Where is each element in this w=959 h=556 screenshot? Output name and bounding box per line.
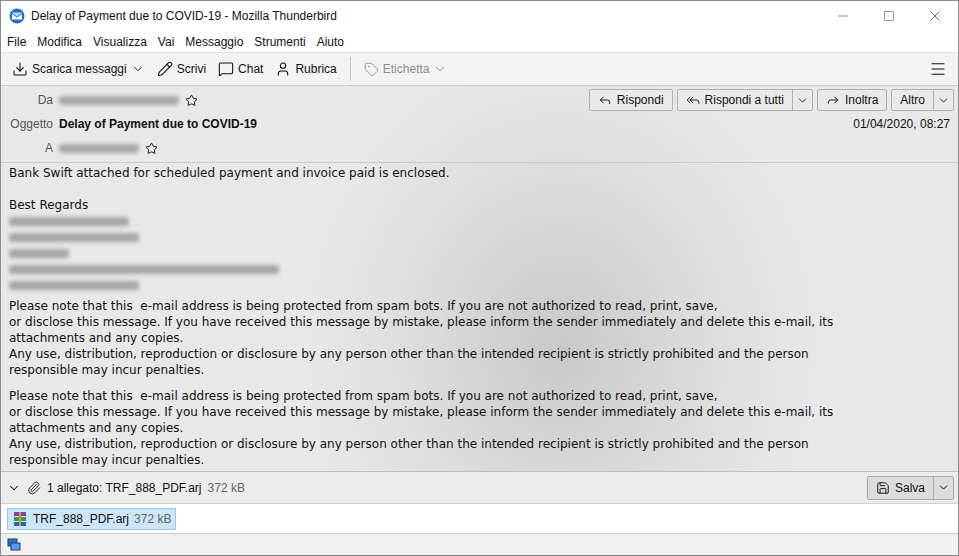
signature-line-redacted <box>9 249 69 258</box>
thunderbird-logo-icon <box>9 8 25 24</box>
to-label: A <box>1 141 53 155</box>
close-icon <box>927 8 943 24</box>
header-action-button[interactable]: Rispondi a tutti <box>677 89 813 111</box>
action-dropdown[interactable] <box>792 90 812 110</box>
disclaimer-line: Any use, distribution, reproduction or d… <box>9 436 950 452</box>
tag-button[interactable]: Etichetta <box>359 59 453 80</box>
attachment-summary: 1 allegato: TRF_888_PDF.arj <box>47 481 202 495</box>
toolbar-button[interactable]: Rubrica <box>270 58 341 80</box>
disclaimer-paragraph: Please note that this e-mail address is … <box>9 298 950 378</box>
app-menu-button[interactable] <box>924 57 952 81</box>
message-body: Bank Swift attached for scheduled paymen… <box>1 163 958 471</box>
dropdown-arrow-icon[interactable] <box>433 62 447 76</box>
header-actions: RispondiRispondi a tuttiInoltraAltro <box>589 89 954 111</box>
disclaimer-line: or disclose this message. If you have re… <box>9 404 950 420</box>
sender-address-redacted <box>59 96 179 105</box>
paperclip-icon <box>27 481 41 495</box>
disclaimer-paragraph: Please note that this e-mail address is … <box>9 388 950 468</box>
body-text: Bank Swift attached for scheduled paymen… <box>9 165 950 181</box>
message-header: Da RispondiRispondi a tuttiInoltraAltro Og… <box>1 86 958 163</box>
attachment-bar: 1 allegato: TRF_888_PDF.arj 372 kB Salva <box>1 471 958 503</box>
dropdown-arrow-icon[interactable] <box>131 62 145 76</box>
title-bar: Delay of Payment due to COVID-19 - Mozil… <box>1 1 958 31</box>
subject-field: Delay of Payment due to COVID-19 <box>59 117 583 131</box>
disclaimer-line: Please note that this e-mail address is … <box>9 298 950 314</box>
menu-item[interactable]: Visualizza <box>93 35 147 49</box>
toolbar-button[interactable]: Scrivi <box>152 58 211 80</box>
save-icon <box>876 481 890 495</box>
disclaimer-line: Any use, distribution, reproduction or d… <box>9 346 950 362</box>
signature-redacted <box>9 213 950 293</box>
maximize-button[interactable] <box>866 1 912 31</box>
header-action-button[interactable]: Rispondi <box>589 89 673 111</box>
toolbar-separator <box>350 57 351 81</box>
toolbar-button[interactable]: Chat <box>213 58 268 80</box>
disclaimer-line: attachments and any copies. <box>9 330 950 346</box>
window-title: Delay of Payment due to COVID-19 - Mozil… <box>31 9 820 23</box>
disclaimer-line: or disclose this message. If you have re… <box>9 314 950 330</box>
close-button[interactable] <box>912 1 958 31</box>
from-label: Da <box>1 93 53 107</box>
tag-icon <box>364 62 379 77</box>
action-icon <box>686 93 700 107</box>
to-field <box>59 142 583 155</box>
message-pane: Da RispondiRispondi a tuttiInoltraAltro Og… <box>1 86 958 471</box>
star-icon[interactable] <box>185 94 198 107</box>
disclaimer-line: Please note that this e-mail address is … <box>9 388 950 404</box>
save-button[interactable]: Salva <box>867 476 954 500</box>
recipient-address-redacted <box>59 144 139 153</box>
toolbar-button-icon <box>275 61 291 77</box>
minimize-icon <box>836 9 850 23</box>
action-icon <box>826 93 840 107</box>
toolbar: Scarica messaggiScriviChatRubrica Etichet… <box>1 52 958 86</box>
toolbar-button-icon <box>12 61 28 77</box>
signature-line-redacted <box>9 281 139 290</box>
toolbar-button-icon <box>218 61 234 77</box>
attachment-item[interactable]: TRF_888_PDF.arj372 kB <box>7 508 176 530</box>
header-action-button[interactable]: Altro <box>891 89 954 111</box>
disclaimer-line: attachments and any copies. <box>9 420 950 436</box>
signature-line-redacted <box>9 233 139 242</box>
dropdown-arrow-icon <box>796 94 809 107</box>
disclaimer-line: responsible may incur penalties. <box>9 362 950 378</box>
save-dropdown[interactable] <box>933 477 953 499</box>
status-bar <box>1 533 958 555</box>
minimize-button[interactable] <box>820 1 866 31</box>
action-dropdown[interactable] <box>933 90 953 110</box>
hamburger-icon <box>929 60 947 78</box>
menu-item[interactable]: Vai <box>158 35 174 49</box>
star-icon[interactable] <box>145 142 158 155</box>
from-field <box>59 94 583 107</box>
subject-text: Delay of Payment due to COVID-19 <box>59 117 257 131</box>
dropdown-arrow-icon <box>937 94 950 107</box>
action-icon <box>598 93 612 107</box>
toggle-attachments-icon[interactable] <box>7 481 21 495</box>
header-action-button[interactable]: Inoltra <box>817 89 887 111</box>
dropdown-arrow-icon <box>937 481 950 494</box>
signature-line-redacted <box>9 217 129 226</box>
maximize-icon <box>883 10 895 22</box>
archive-file-icon <box>12 511 28 527</box>
menu-item[interactable]: Strumenti <box>254 35 305 49</box>
closing-text: Best Regards <box>9 197 950 213</box>
toolbar-button[interactable]: Scarica messaggi <box>7 58 150 80</box>
signature-line-redacted <box>9 265 279 274</box>
disclaimer-line: responsible may incur penalties. <box>9 452 950 468</box>
connection-status-icon <box>7 538 21 552</box>
subject-label: Oggetto <box>1 117 53 131</box>
menu-item[interactable]: Aiuto <box>317 35 344 49</box>
toolbar-button-icon <box>157 61 173 77</box>
menu-item[interactable]: Messaggio <box>185 35 243 49</box>
attachment-total-size: 372 kB <box>208 481 245 495</box>
menu-bar: File Modifica Visualizza Vai Messaggio Strume… <box>1 31 958 52</box>
attachment-list: TRF_888_PDF.arj372 kB <box>1 503 958 533</box>
menu-item[interactable]: File <box>7 35 26 49</box>
message-date: 01/04/2020, 08:27 <box>589 117 954 131</box>
menu-item[interactable]: Modifica <box>37 35 82 49</box>
mail-window: Delay of Payment due to COVID-19 - Mozil… <box>0 0 959 556</box>
